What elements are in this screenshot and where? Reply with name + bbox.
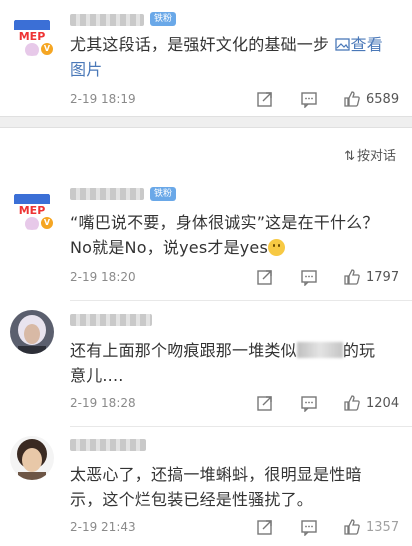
username-redacted[interactable]: [70, 314, 152, 326]
comment-text: 还有上面那个吻痕跟那一堆类似 的玩意儿....: [70, 341, 376, 385]
username-redacted[interactable]: [70, 14, 144, 26]
sort-icon: ⇅: [344, 149, 355, 164]
comment-text: 太恶心了，还搞一堆蝌蚪，很明显是性暗示，这个烂包装已经是性骚扰了。: [70, 465, 362, 509]
sort-by-conversation-button[interactable]: ⇅ 按对话: [344, 145, 396, 164]
like-count: 6589: [366, 92, 400, 107]
username-redacted[interactable]: [70, 439, 146, 451]
like-icon[interactable]: [343, 394, 361, 412]
fan-badge: 铁粉: [150, 12, 177, 26]
comment-time: 2-19 18:19: [70, 92, 136, 106]
username-redacted[interactable]: [70, 188, 144, 200]
svg-text:MEP: MEP: [19, 30, 46, 43]
like-count: 1204: [366, 396, 400, 411]
like-count: 1357: [366, 520, 400, 535]
svg-text:MEP: MEP: [19, 204, 46, 217]
comment-separator: [70, 426, 412, 427]
fan-badge: 铁粉: [150, 187, 177, 201]
comment-time: 2-19 21:43: [70, 520, 136, 534]
comment-time: 2-19 18:20: [70, 270, 136, 284]
reply-icon[interactable]: [300, 90, 318, 108]
share-icon[interactable]: [256, 90, 274, 108]
avatar[interactable]: [10, 310, 54, 354]
image-icon: [334, 38, 350, 51]
like-icon[interactable]: [343, 268, 361, 286]
avatar[interactable]: [10, 436, 54, 480]
comment-separator: [70, 300, 412, 301]
comment-text: 尤其这段话，是强奸文化的基础一步 查看图片: [70, 35, 383, 79]
comment-text: “嘴巴说不要，身体很诚实”这是在干什么？No就是No，说yes才是yes: [70, 213, 379, 257]
reply-icon[interactable]: [300, 394, 318, 412]
section-divider: [0, 116, 412, 128]
verified-badge-icon: V: [40, 42, 54, 56]
like-count: 1797: [366, 270, 400, 285]
reply-icon[interactable]: [300, 268, 318, 286]
like-icon[interactable]: [343, 518, 361, 536]
comment-time: 2-19 18:28: [70, 396, 136, 410]
reply-icon[interactable]: [300, 518, 318, 536]
like-icon[interactable]: [343, 90, 361, 108]
redacted-blur: [296, 342, 343, 358]
share-icon[interactable]: [256, 518, 274, 536]
smile-emoji-icon: [268, 239, 286, 256]
verified-badge-icon: V: [40, 216, 54, 230]
share-icon[interactable]: [256, 394, 274, 412]
share-icon[interactable]: [256, 268, 274, 286]
